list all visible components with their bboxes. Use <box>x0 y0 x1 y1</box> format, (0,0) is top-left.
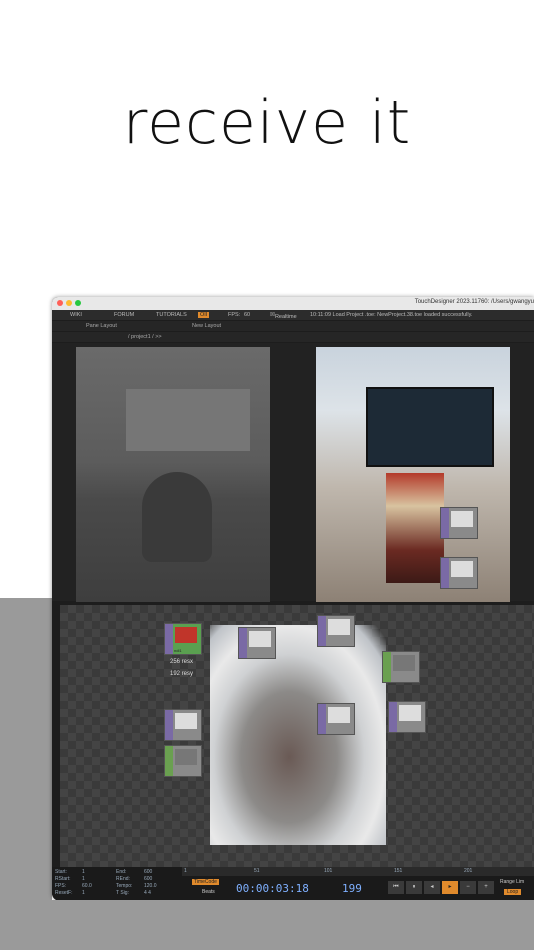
close-window-icon[interactable] <box>57 300 63 306</box>
fps-value-timeline[interactable]: 60.0 <box>82 883 92 889</box>
network-path[interactable]: / project1 / >> <box>128 334 162 340</box>
range-limit-label: Range Lim <box>500 879 525 885</box>
minimize-window-icon[interactable] <box>66 300 72 306</box>
fps-label-timeline: FPS: <box>55 883 67 889</box>
node-viewer-2[interactable] <box>440 557 478 589</box>
realtime-checkbox[interactable]: ☒ Realtime <box>270 312 297 320</box>
path-bar: / project1 / >> <box>52 332 534 342</box>
depth-viewer <box>76 347 270 602</box>
headline: receive it <box>122 88 412 158</box>
node-top-2[interactable] <box>317 615 355 647</box>
play-button[interactable]: ▸ <box>442 881 458 894</box>
tick-101: 101 <box>324 868 333 874</box>
menu-tutorials[interactable]: TUTORIALS <box>156 312 187 318</box>
frame-display[interactable]: 199 <box>342 882 362 895</box>
node-chop-1[interactable] <box>164 745 202 777</box>
camera-viewer <box>316 347 510 602</box>
menu-forum[interactable]: FORUM <box>114 312 134 318</box>
menu-oii[interactable]: OII <box>198 312 210 318</box>
app-window: TouchDesigner 2023.11760: /Users/gwangyu… <box>52 297 534 901</box>
rend-value[interactable]: 600 <box>144 876 152 882</box>
end-value[interactable]: 600 <box>144 869 152 875</box>
param-resy: 192 resy <box>170 671 194 677</box>
loop-button[interactable]: Loop <box>504 889 522 895</box>
plus-button[interactable]: + <box>478 881 494 894</box>
menu-bar: WIKI FORUM TUTORIALS OII FPS: 60 ☒ Realt… <box>52 310 534 320</box>
rend-label: REnd: <box>116 876 130 882</box>
realtime-label: Realtime <box>274 314 297 320</box>
node-top-1[interactable] <box>238 627 276 659</box>
node-top-3[interactable] <box>164 709 202 741</box>
tempo-label: Tempo: <box>116 883 133 889</box>
tsig-label: T Sig: <box>116 890 129 896</box>
minus-button[interactable]: − <box>460 881 476 894</box>
fps-label: FPS: <box>228 312 241 318</box>
particle-render <box>210 625 386 845</box>
tick-151: 151 <box>394 868 403 874</box>
layout-toolbar: Pane Layout New Layout <box>52 321 534 331</box>
end-label: End: <box>116 869 127 875</box>
background-block <box>0 598 52 950</box>
timeline-ruler[interactable]: 1 51 101 151 201 <box>182 867 534 876</box>
resetf-label: ResetF: <box>55 890 73 896</box>
tick-1: 1 <box>184 868 187 874</box>
node-top-4[interactable] <box>317 703 355 735</box>
tsig-value[interactable]: 4 4 <box>144 890 151 896</box>
rstart-value[interactable]: 1 <box>82 876 85 882</box>
new-layout-button[interactable]: New Layout <box>192 323 221 329</box>
start-value[interactable]: 1 <box>82 869 85 875</box>
fps-value: 60 <box>244 312 251 318</box>
status-log: 10:11:09 Load Project .toe: NewProject.3… <box>310 312 473 318</box>
tick-51: 51 <box>254 868 260 874</box>
window-title: TouchDesigner 2023.11760: /Users/gwangyu <box>414 299 534 305</box>
node-top-5[interactable] <box>388 701 426 733</box>
tempo-value[interactable]: 120.0 <box>144 883 157 889</box>
beats-toggle[interactable]: Beats <box>202 889 215 895</box>
node-ndi[interactable]: ndl1 <box>164 623 202 655</box>
start-label: Start: <box>55 869 67 875</box>
title-bar: TouchDesigner 2023.11760: /Users/gwangyu <box>52 297 534 310</box>
node-viewer-1[interactable] <box>440 507 478 539</box>
tick-201: 201 <box>464 868 473 874</box>
node-chop-2[interactable] <box>382 651 420 683</box>
pane-layout-button[interactable]: Pane Layout <box>86 323 117 329</box>
resetf-value[interactable]: 1 <box>82 890 85 896</box>
menu-wiki[interactable]: WIKI <box>70 312 82 318</box>
timecode-toggle[interactable]: TimeCode <box>192 879 219 885</box>
step-back-button[interactable]: ◂ <box>424 881 440 894</box>
zoom-window-icon[interactable] <box>75 300 81 306</box>
rstart-label: RStart: <box>55 876 71 882</box>
rewind-button[interactable]: ⏮ <box>388 881 404 894</box>
pause-button[interactable]: ⏸ <box>406 881 422 894</box>
param-resx: 256 resx <box>170 659 194 665</box>
timecode-display: 00:00:03:18 <box>236 882 309 895</box>
background-footer <box>0 900 534 950</box>
